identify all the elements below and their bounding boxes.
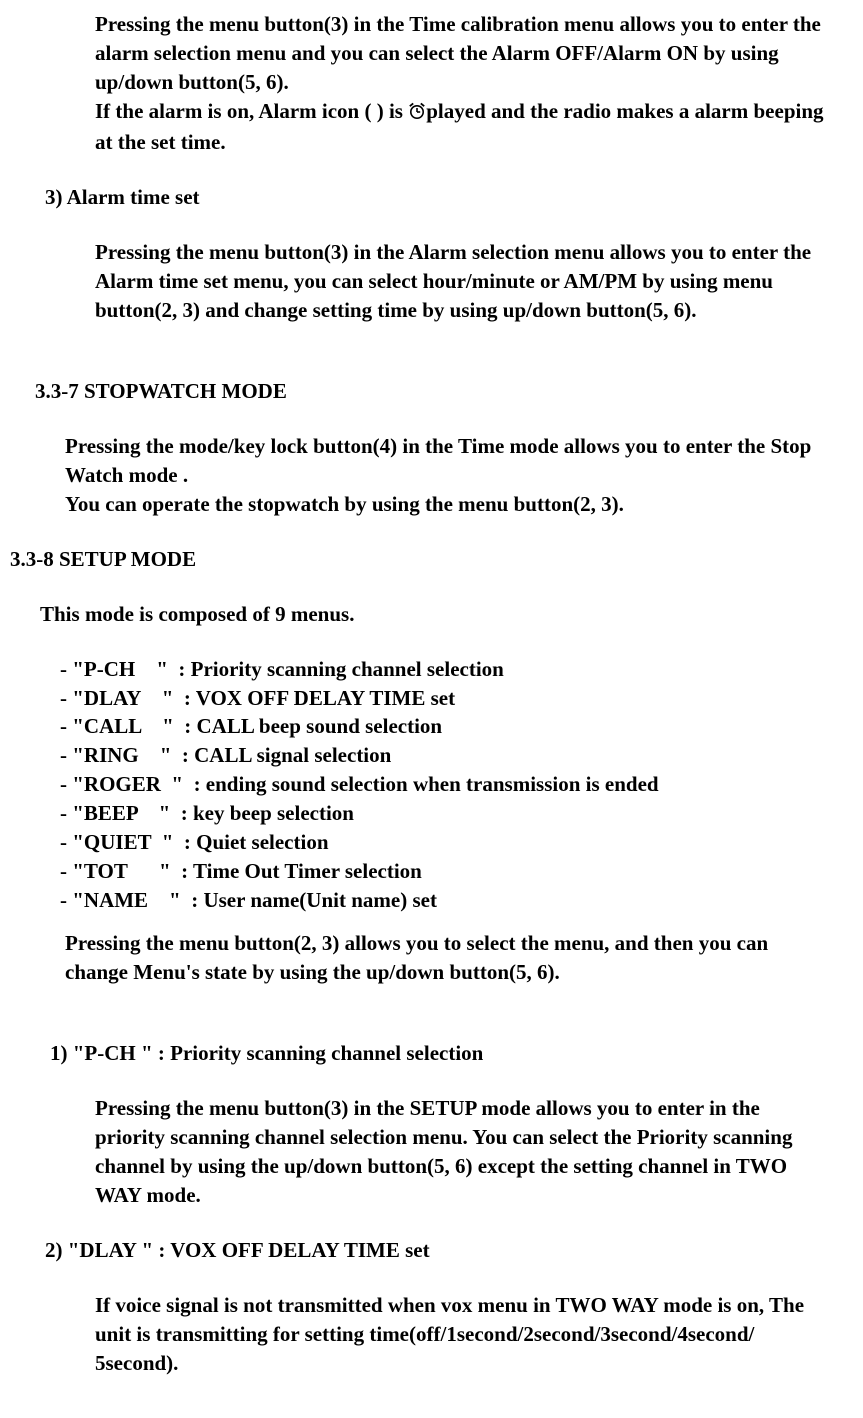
- alarm-clock-icon: [408, 99, 426, 128]
- alarm-intro-p1: Pressing the menu button(3) in the Time …: [95, 10, 835, 97]
- body-pch: Pressing the menu button(3) in the SETUP…: [95, 1094, 835, 1210]
- setup-menu-item: - "RING " : CALL signal selection: [60, 741, 863, 770]
- setup-menu-item: - "QUIET " : Quiet selection: [60, 828, 863, 857]
- stopwatch-p1: Pressing the mode/key lock button(4) in …: [65, 432, 835, 490]
- setup-menu-item: - "BEEP " : key beep selection: [60, 799, 863, 828]
- setup-menu-item: - "ROGER " : ending sound selection when…: [60, 770, 863, 799]
- setup-outro: Pressing the menu button(2, 3) allows yo…: [65, 929, 835, 987]
- setup-menu-item: - "CALL " : CALL beep sound selection: [60, 712, 863, 741]
- setup-menu-item: - "DLAY " : VOX OFF DELAY TIME set: [60, 684, 863, 713]
- alarm-intro-p2a: If the alarm is on, Alarm icon ( ) is: [95, 99, 408, 123]
- body-dlay: If voice signal is not transmitted when …: [95, 1291, 835, 1378]
- alarm-intro-p2: If the alarm is on, Alarm icon ( ) is pl…: [95, 97, 835, 157]
- heading-setup-mode: 3.3-8 SETUP MODE: [10, 545, 840, 574]
- setup-menu-item: - "P-CH " : Priority scanning channel se…: [60, 655, 863, 684]
- heading-dlay: 2) "DLAY " : VOX OFF DELAY TIME set: [45, 1236, 863, 1265]
- heading-stopwatch-mode: 3.3-7 STOPWATCH MODE: [35, 377, 863, 406]
- body-alarm-time-set: Pressing the menu button(3) in the Alarm…: [95, 238, 835, 325]
- setup-intro: This mode is composed of 9 menus.: [40, 600, 840, 629]
- setup-menu-item: - "NAME " : User name(Unit name) set: [60, 886, 863, 915]
- heading-pch: 1) "P-CH " : Priority scanning channel s…: [50, 1039, 863, 1068]
- stopwatch-p2: You can operate the stopwatch by using t…: [65, 490, 835, 519]
- heading-alarm-time-set: 3) Alarm time set: [45, 183, 840, 212]
- setup-menu-list: - "P-CH " : Priority scanning channel se…: [60, 655, 863, 916]
- setup-menu-item: - "TOT " : Time Out Timer selection: [60, 857, 863, 886]
